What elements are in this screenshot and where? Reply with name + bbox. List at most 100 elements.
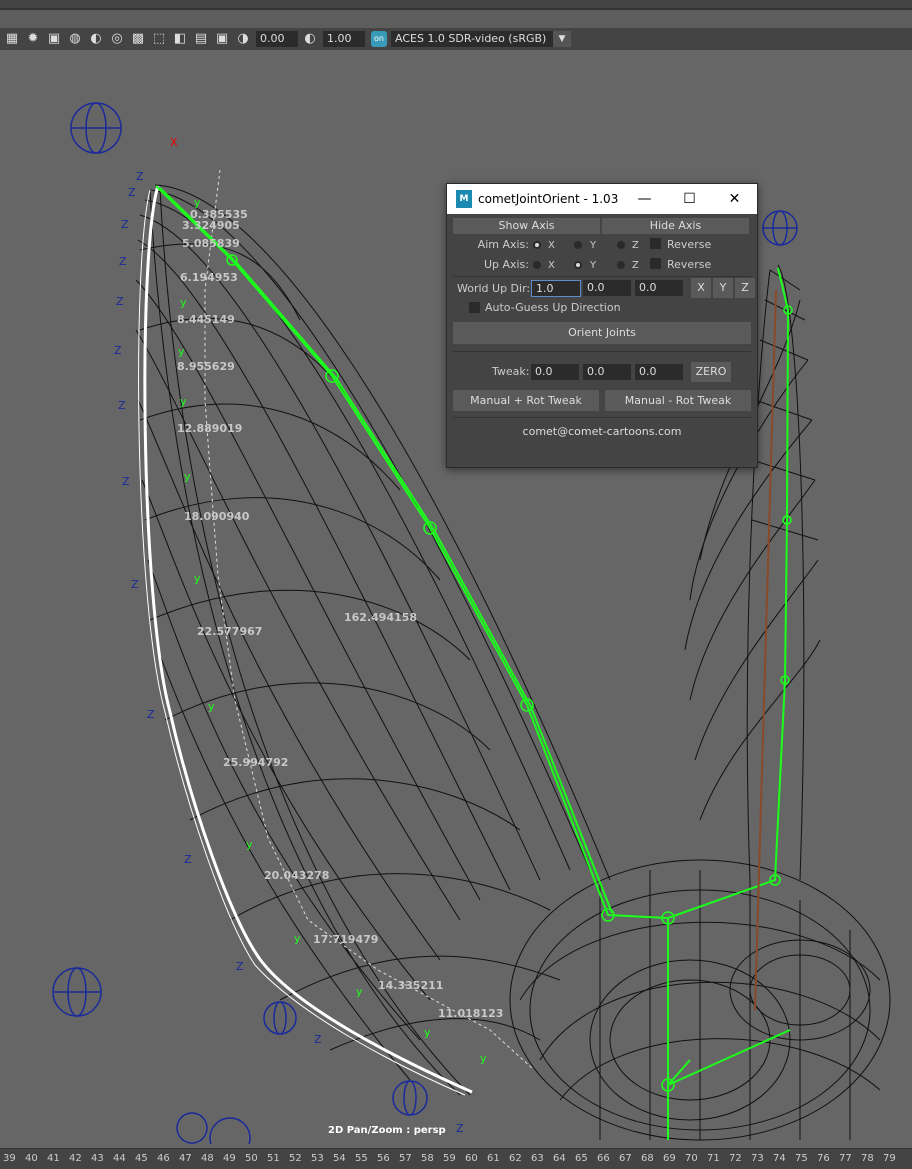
- ruler-tick-label: 42: [69, 1153, 82, 1164]
- measure-label-12: 20.043278: [264, 869, 329, 882]
- ruler-tick-label: 77: [839, 1153, 852, 1164]
- manual-minus-rot-tweak-button[interactable]: Manual - Rot Tweak: [605, 390, 751, 411]
- minimize-button[interactable]: —: [622, 184, 667, 214]
- world-up-z-button[interactable]: Z: [735, 278, 755, 298]
- aim-axis-z-radio[interactable]: [617, 241, 625, 249]
- hide-axis-button[interactable]: Hide Axis: [602, 218, 749, 234]
- view-transform-select[interactable]: ACES 1.0 SDR-video (sRGB) ▼: [391, 31, 571, 47]
- tweak-z-field[interactable]: 0.0: [635, 364, 683, 380]
- grid-icon[interactable]: ▦: [3, 30, 21, 48]
- tweak-y-field[interactable]: 0.0: [583, 364, 631, 380]
- aim-axis-x-radio[interactable]: [533, 241, 541, 249]
- aim-reverse-checkbox[interactable]: [650, 238, 661, 249]
- svg-text:y: y: [194, 572, 201, 585]
- up-reverse-label: Reverse: [667, 258, 712, 271]
- tweak-x-field[interactable]: 0.0: [531, 364, 579, 380]
- up-reverse-checkbox[interactable]: [650, 258, 661, 269]
- ruler-tick-label: 56: [377, 1153, 390, 1164]
- ruler-tick-label: 78: [861, 1153, 874, 1164]
- resolution-gate-icon[interactable]: ▣: [213, 30, 231, 48]
- texture-icon[interactable]: ▩: [129, 30, 147, 48]
- world-up-z-field[interactable]: 0.0: [635, 280, 683, 296]
- divider: [453, 417, 751, 418]
- svg-text:Z: Z: [314, 1033, 322, 1046]
- chevron-down-icon[interactable]: ▼: [553, 31, 571, 47]
- world-up-y-button[interactable]: Y: [713, 278, 733, 298]
- aim-axis-row: Aim Axis: X Y Z Reverse: [447, 236, 757, 254]
- ruler-tick-label: 49: [223, 1153, 236, 1164]
- gamma-field[interactable]: 1.00: [323, 31, 365, 47]
- measure-label-7: 12.889019: [177, 422, 242, 435]
- ruler-tick-label: 55: [355, 1153, 368, 1164]
- measure-label-9: 22.577967: [197, 625, 262, 638]
- comet-joint-orient-dialog: M cometJointOrient - 1.03 — ☐ ✕ Show Axi…: [446, 183, 758, 468]
- menu-bar-strip: [0, 0, 912, 10]
- world-up-y-field[interactable]: 0.0: [583, 280, 631, 296]
- auto-guess-checkbox[interactable]: [469, 302, 480, 313]
- world-up-label: World Up Dir:: [457, 282, 531, 295]
- zero-button[interactable]: ZERO: [691, 362, 731, 382]
- close-button[interactable]: ✕: [712, 184, 757, 214]
- dialog-titlebar[interactable]: M cometJointOrient - 1.03 — ☐ ✕: [447, 184, 757, 214]
- ruler-tick-label: 40: [25, 1153, 38, 1164]
- show-axis-button[interactable]: Show Axis: [453, 218, 600, 234]
- xray-icon[interactable]: ◐: [87, 30, 105, 48]
- ruler-tick-label: 50: [245, 1153, 258, 1164]
- viewport-toolbar: ▦ ✹ ▣ ◍ ◐ ◎ ▩ ⬚ ◧ ▤ ▣ ◑ 0.00 ◐ 1.00 on A…: [0, 28, 912, 50]
- ruler-tick-label: 51: [267, 1153, 280, 1164]
- up-axis-z-label: Z: [632, 260, 639, 271]
- ruler-tick-label: 75: [795, 1153, 808, 1164]
- ruler-tick-label: 60: [465, 1153, 478, 1164]
- svg-text:Z: Z: [118, 399, 126, 412]
- aim-axis-y-label: Y: [590, 240, 597, 251]
- color-management-toggle[interactable]: on: [371, 31, 387, 47]
- ruler-tick-label: 52: [289, 1153, 302, 1164]
- exposure-field[interactable]: 0.00: [256, 31, 298, 47]
- aim-axis-y-radio[interactable]: [574, 241, 582, 249]
- ruler-tick-label: 66: [597, 1153, 610, 1164]
- gamma-icon[interactable]: ◐: [301, 30, 319, 48]
- svg-text:Z: Z: [128, 186, 136, 199]
- ruler-tick-label: 65: [575, 1153, 588, 1164]
- select-icon[interactable]: ⬚: [150, 30, 168, 48]
- ruler-tick-label: 76: [817, 1153, 830, 1164]
- ruler-tick-label: 53: [311, 1153, 324, 1164]
- shadow-icon[interactable]: ▣: [45, 30, 63, 48]
- world-up-x-field[interactable]: 1.0: [531, 280, 581, 297]
- svg-text:Z: Z: [236, 960, 244, 973]
- maximize-button[interactable]: ☐: [667, 184, 712, 214]
- orient-joints-button[interactable]: Orient Joints: [453, 322, 751, 344]
- manual-plus-rot-tweak-button[interactable]: Manual + Rot Tweak: [453, 390, 599, 411]
- up-axis-x-radio[interactable]: [533, 261, 541, 269]
- measure-label-14: 14.335211: [378, 979, 443, 992]
- measure-label-6: 8.955629: [177, 360, 235, 373]
- svg-text:y: y: [208, 700, 215, 713]
- light-icon[interactable]: ✹: [24, 30, 42, 48]
- maya-logo-icon: M: [456, 190, 472, 208]
- svg-text:y: y: [294, 932, 301, 945]
- svg-text:y: y: [178, 345, 185, 358]
- svg-text:y: y: [424, 1026, 431, 1039]
- ruler-tick-label: 72: [729, 1153, 742, 1164]
- measure-label-4: 6.194953: [180, 271, 238, 284]
- ruler-tick-label: 70: [685, 1153, 698, 1164]
- ruler-tick-label: 57: [399, 1153, 412, 1164]
- ruler-tick-label: 67: [619, 1153, 632, 1164]
- isolate-icon[interactable]: ◍: [66, 30, 84, 48]
- time-slider-ruler[interactable]: 39 40 41 42 43 44 45 46 47 48 49 50 51 52 53 54 55 56 57 58…: [0, 1148, 912, 1169]
- exposure-icon[interactable]: ◑: [234, 30, 252, 48]
- aim-axis-label: Aim Axis:: [477, 238, 529, 251]
- up-axis-label: Up Axis:: [483, 258, 529, 271]
- up-axis-y-radio[interactable]: [574, 261, 582, 269]
- frame-icon[interactable]: ◧: [171, 30, 189, 48]
- film-gate-icon[interactable]: ▤: [192, 30, 210, 48]
- svg-text:Z: Z: [114, 344, 122, 357]
- ruler-tick-label: 73: [751, 1153, 764, 1164]
- ruler-tick-label: 63: [531, 1153, 544, 1164]
- ruler-tick-label: 64: [553, 1153, 566, 1164]
- svg-text:y: y: [246, 838, 253, 851]
- xray-joints-icon[interactable]: ◎: [108, 30, 126, 48]
- measure-label-3: 5.085839: [182, 237, 240, 250]
- world-up-x-button[interactable]: X: [691, 278, 711, 298]
- up-axis-z-radio[interactable]: [617, 261, 625, 269]
